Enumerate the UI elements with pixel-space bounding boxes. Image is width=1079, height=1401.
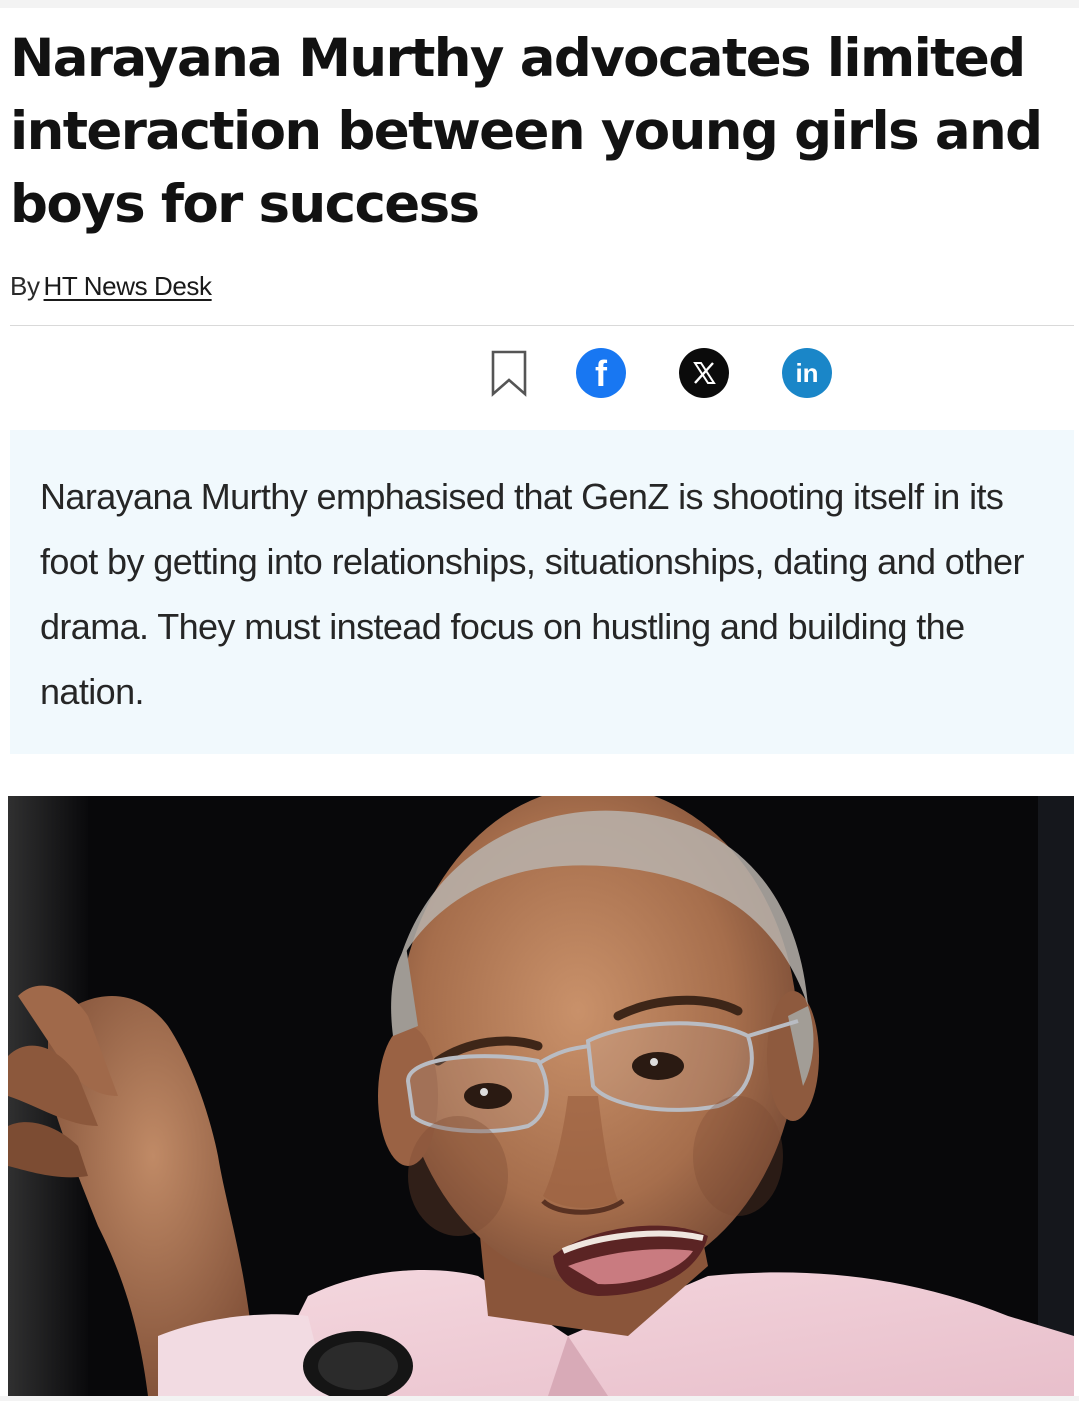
facebook-share-button[interactable]: f xyxy=(576,348,626,398)
linkedin-icon: in xyxy=(795,358,818,388)
article-summary: Narayana Murthy emphasised that GenZ is … xyxy=(40,476,1024,712)
author-link[interactable]: HT News Desk xyxy=(44,271,212,301)
facebook-icon: f xyxy=(595,353,608,394)
facebook-glyph: f xyxy=(595,353,608,394)
byline-prefix: By xyxy=(10,271,40,301)
x-icon xyxy=(693,362,716,384)
article-summary-box: Narayana Murthy emphasised that GenZ is … xyxy=(10,430,1074,754)
bookmark-icon xyxy=(491,350,527,397)
hero-image xyxy=(8,796,1074,1396)
bookmark-button[interactable] xyxy=(484,348,534,398)
x-share-button[interactable] xyxy=(679,348,729,398)
divider xyxy=(10,325,1074,326)
byline: By HT News Desk xyxy=(10,268,212,304)
linkedin-glyph: in xyxy=(795,358,818,388)
bottom-strip xyxy=(0,1396,1079,1401)
linkedin-share-button[interactable]: in xyxy=(782,348,832,398)
top-strip xyxy=(0,0,1079,8)
article-headline: Narayana Murthy advocates limited intera… xyxy=(10,28,1043,235)
portrait-illustration xyxy=(8,796,1074,1396)
